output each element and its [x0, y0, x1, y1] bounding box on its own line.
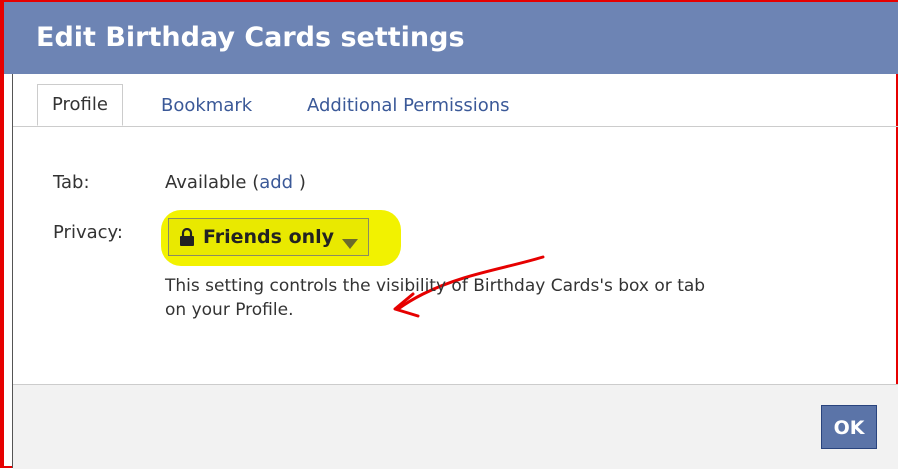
- add-tab-link[interactable]: add: [259, 172, 293, 193]
- dialog-footer: OK: [13, 384, 898, 469]
- tab-additional-permissions[interactable]: Additional Permissions: [307, 86, 510, 126]
- privacy-dropdown[interactable]: Friends only: [168, 218, 370, 256]
- ok-button[interactable]: OK: [821, 405, 877, 449]
- chevron-down-icon: [342, 232, 359, 249]
- dialog-title: Edit Birthday Cards settings: [4, 2, 898, 74]
- tab-availability-text: Available (: [165, 172, 260, 193]
- lock-icon: [179, 227, 195, 246]
- tab-availability: Available (add ): [165, 172, 306, 193]
- tab-availability-suffix: ): [293, 172, 306, 193]
- tab-row-label: Tab:: [53, 172, 90, 193]
- dialog-body: Profile Bookmark Additional Permissions …: [12, 74, 898, 469]
- privacy-label: Privacy:: [53, 222, 123, 243]
- privacy-selected: Friends only: [203, 226, 335, 248]
- tab-bookmark[interactable]: Bookmark: [161, 86, 252, 126]
- privacy-help-text: This setting controls the visibility of …: [165, 276, 706, 320]
- tab-profile[interactable]: Profile: [37, 84, 123, 126]
- tab-bar: Profile Bookmark Additional Permissions: [13, 74, 898, 127]
